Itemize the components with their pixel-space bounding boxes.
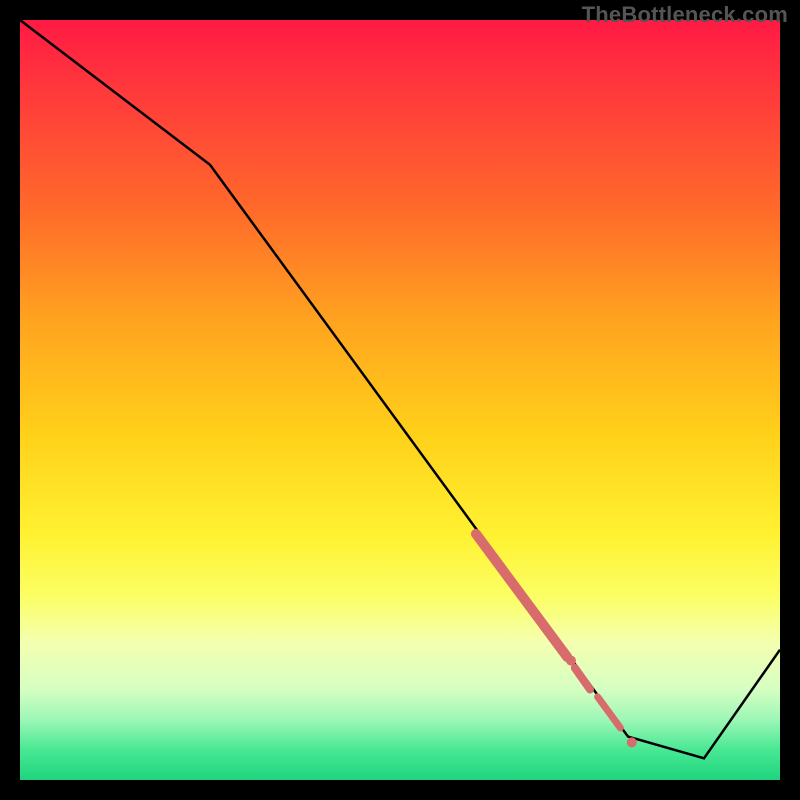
- chart-frame: TheBottleneck.com: [0, 0, 800, 800]
- curve-line: [20, 20, 780, 758]
- highlight-segment-0: [476, 534, 567, 657]
- highlight-dot-0: [627, 737, 637, 747]
- highlight-dot-1: [566, 656, 576, 666]
- chart-svg: [20, 20, 780, 780]
- highlight-segment-2: [598, 697, 621, 728]
- watermark-text: TheBottleneck.com: [582, 2, 788, 28]
- plot-area: [20, 20, 780, 780]
- highlight-segment-1: [575, 668, 590, 690]
